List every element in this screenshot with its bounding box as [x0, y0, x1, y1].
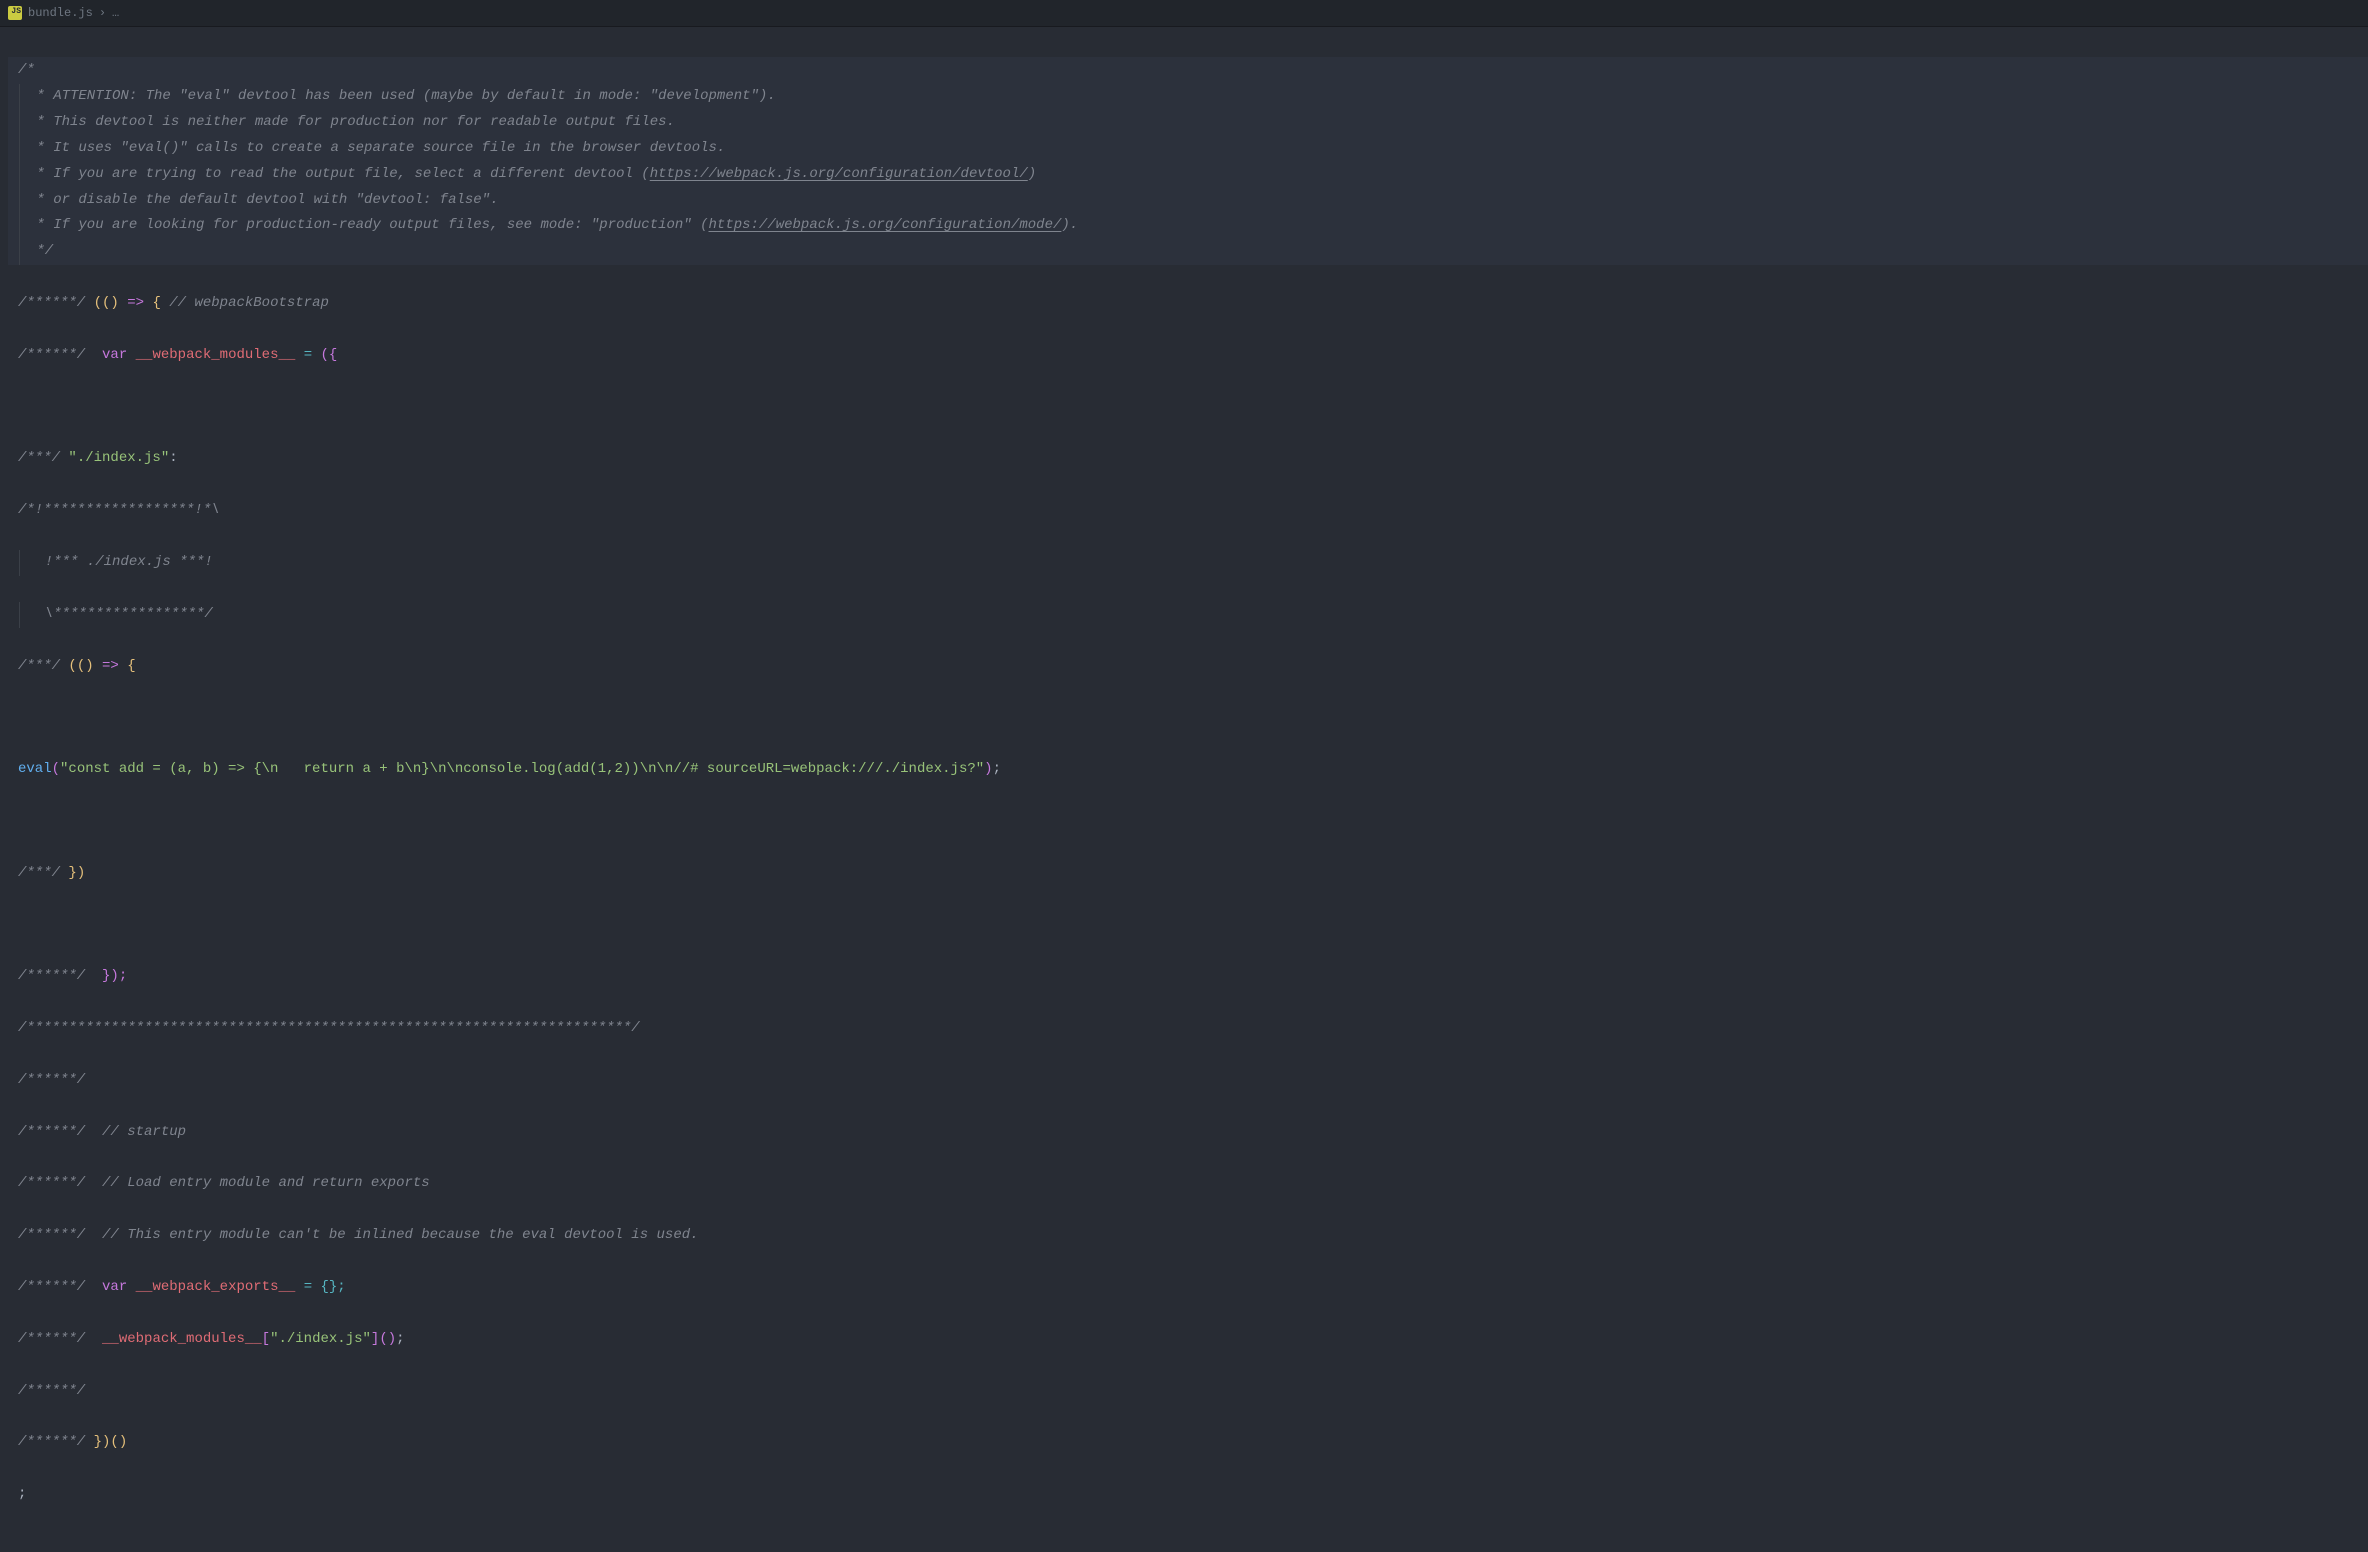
- devtool-docs-link[interactable]: https://webpack.js.org/configuration/dev…: [650, 166, 1028, 182]
- comment-line: * It uses "eval()" calls to create a sep…: [19, 136, 2350, 162]
- code-line: /***/ "./index.js":: [18, 446, 2350, 472]
- code-line: /******/ });: [18, 964, 2350, 990]
- comment-line: \******************/: [19, 602, 2350, 628]
- comment-line: * This devtool is neither made for produ…: [19, 110, 2350, 136]
- eval-line: eval("const add = (a, b) => {\n return a…: [18, 757, 2350, 783]
- code-line: /******/ var __webpack_modules__ = ({: [18, 343, 2350, 369]
- comment-line: * or disable the default devtool with "d…: [19, 188, 2350, 214]
- blank-line: [18, 395, 2350, 421]
- breadcrumb-ellipsis[interactable]: …: [112, 2, 119, 24]
- breadcrumb-separator: ›: [99, 2, 106, 24]
- comment-line: !*** ./index.js ***!: [19, 550, 2350, 576]
- blank-line: [18, 912, 2350, 938]
- blank-line: [18, 809, 2350, 835]
- blank-line: [18, 705, 2350, 731]
- code-editor-content[interactable]: /* * ATTENTION: The "eval" devtool has b…: [0, 27, 2368, 1552]
- comment-line: * If you are looking for production-read…: [19, 213, 2350, 239]
- separator-comment: /***************************************…: [18, 1016, 2350, 1042]
- javascript-file-icon: JS: [8, 6, 22, 20]
- code-line: /***/ (() => {: [18, 654, 2350, 680]
- header-comment: /* * ATTENTION: The "eval" devtool has b…: [8, 57, 2368, 265]
- comment-line: * ATTENTION: The "eval" devtool has been…: [19, 84, 2350, 110]
- code-line: /******/ })(): [18, 1430, 2350, 1456]
- code-line: /******/ __webpack_modules__["./index.js…: [18, 1327, 2350, 1353]
- comment-line: /*!******************!*\: [18, 498, 2350, 524]
- breadcrumb-filename[interactable]: bundle.js: [28, 2, 93, 24]
- code-line: /***/ }): [18, 861, 2350, 887]
- comment-line: /******/: [18, 1379, 2350, 1405]
- code-line: ;: [18, 1482, 2350, 1508]
- mode-docs-link[interactable]: https://webpack.js.org/configuration/mod…: [709, 217, 1062, 233]
- comment-line: /******/ // This entry module can't be i…: [18, 1223, 2350, 1249]
- comment-line: /*: [18, 58, 2350, 84]
- breadcrumb: JS bundle.js › …: [0, 0, 2368, 27]
- comment-line: * If you are trying to read the output f…: [19, 162, 2350, 188]
- comment-line: /******/ // startup: [18, 1120, 2350, 1146]
- comment-line: /******/ // Load entry module and return…: [18, 1171, 2350, 1197]
- comment-line: /******/: [18, 1068, 2350, 1094]
- comment-line: */: [19, 239, 2350, 265]
- code-line: /******/ (() => { // webpackBootstrap: [18, 291, 2350, 317]
- code-line: /******/ var __webpack_exports__ = {};: [18, 1275, 2350, 1301]
